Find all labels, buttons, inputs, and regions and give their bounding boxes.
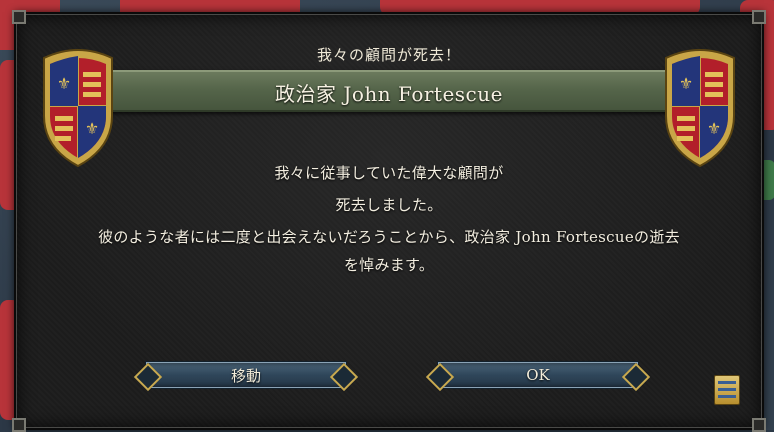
advisor-death-dialog: 我々の顧問が死去！ 政治家 John Fortescue ⚜ ⚜ ⚜ ⚜ 我々に…: [12, 10, 766, 432]
dialog-body-line: 我々に従事していた偉大な顧問が: [274, 164, 504, 182]
ledger-stripe: [718, 395, 736, 398]
move-button-label: 移動: [230, 366, 261, 385]
svg-text:⚜: ⚜: [679, 74, 693, 93]
dialog-corner: [12, 10, 26, 24]
ok-button-label: OK: [526, 366, 550, 384]
svg-text:⚜: ⚜: [707, 119, 721, 138]
dialog-body-line: 死去しました。: [335, 196, 443, 214]
advisor-name: 政治家 John Fortescue: [275, 82, 503, 106]
ledger-stripe: [718, 388, 736, 391]
ok-button[interactable]: OK: [425, 358, 651, 392]
coat-of-arms-icon: ⚜ ⚜: [656, 44, 744, 172]
move-button[interactable]: 移動: [133, 358, 359, 392]
dialog-title: 我々の顧問が死去！: [316, 46, 461, 64]
dialog-body-line: を悼みます。: [343, 256, 435, 274]
ledger-icon[interactable]: [714, 375, 740, 405]
svg-text:⚜: ⚜: [85, 119, 99, 138]
coat-of-arms-icon: ⚜ ⚜: [34, 44, 122, 172]
ledger-stripe: [718, 381, 736, 384]
dialog-corner: [752, 10, 766, 24]
svg-text:⚜: ⚜: [57, 74, 71, 93]
dialog-body-line: 彼のような者には二度と出会えないだろうことから、政治家 John Fortesc…: [98, 228, 680, 246]
advisor-banner: 政治家 John Fortescue: [101, 70, 677, 112]
